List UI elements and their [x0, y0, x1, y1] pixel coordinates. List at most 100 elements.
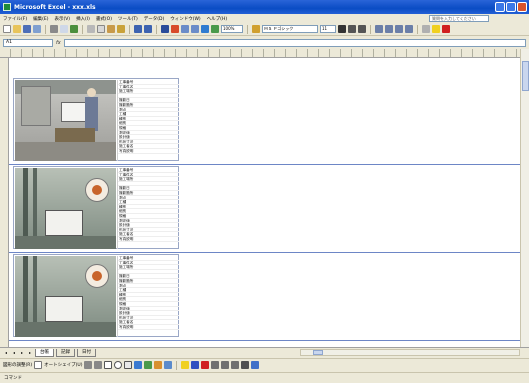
rectangle-icon[interactable]: [104, 361, 113, 369]
menu-data[interactable]: データ(D): [144, 16, 164, 22]
picture-icon[interactable]: [164, 361, 173, 369]
align-left-icon[interactable]: [375, 25, 383, 33]
select-objects-icon[interactable]: [34, 361, 43, 369]
3d-style-icon[interactable]: [251, 361, 260, 369]
vertical-scroll-thumb[interactable]: [522, 61, 529, 91]
permission-icon[interactable]: [33, 25, 41, 33]
toolbar-separator: [129, 24, 130, 34]
italic-icon[interactable]: [348, 25, 356, 33]
menu-format[interactable]: 書式(O): [96, 16, 112, 22]
dash-style-icon[interactable]: [221, 361, 230, 369]
spelling-icon[interactable]: [70, 25, 78, 33]
fx-label[interactable]: fx: [56, 40, 61, 46]
font-color-icon[interactable]: [201, 361, 210, 369]
chart-wizard-icon[interactable]: [201, 25, 209, 33]
line-color-icon[interactable]: [191, 361, 200, 369]
horizontal-scroll-thumb[interactable]: [313, 350, 323, 355]
cell-grid[interactable]: 工事番号 工事件名 施工場所 撮影日 撮影箇所 測点 工種 種別 細別 規格 測…: [9, 58, 520, 347]
shadow-icon[interactable]: [241, 361, 250, 369]
print-preview-icon[interactable]: [60, 25, 68, 33]
save-icon[interactable]: [23, 25, 31, 33]
name-box[interactable]: A1: [3, 38, 53, 47]
cut-icon[interactable]: [87, 25, 95, 33]
fill-color-icon[interactable]: [432, 25, 440, 33]
print-icon[interactable]: [50, 25, 58, 33]
menu-insert[interactable]: 挿入(I): [76, 16, 90, 22]
format-painter-icon[interactable]: [117, 25, 125, 33]
wordart-icon[interactable]: [134, 361, 143, 369]
paste-icon[interactable]: [107, 25, 115, 33]
row-headers[interactable]: [0, 58, 9, 347]
photo-gauge-center: [92, 185, 102, 195]
font-select[interactable]: ＭＳ Ｐゴシック: [262, 25, 318, 33]
excel-icon: [3, 3, 11, 11]
merge-center-icon[interactable]: [405, 25, 413, 33]
underline-icon[interactable]: [358, 25, 366, 33]
line-style-icon[interactable]: [211, 361, 220, 369]
arrow-style-icon[interactable]: [231, 361, 240, 369]
sheet-tab-date[interactable]: 日付: [77, 348, 96, 357]
arrow-icon[interactable]: [94, 361, 103, 369]
record-info: 工事番号 工事件名 施工場所 撮影日 撮影箇所 測点 工種 種別 細別 規格 測…: [117, 256, 179, 337]
horizontal-scrollbar[interactable]: [300, 349, 520, 356]
oval-icon[interactable]: [114, 361, 123, 369]
textbox-icon[interactable]: [124, 361, 133, 369]
photo-record[interactable]: 工事番号 工事件名 施工場所 撮影日 撮影箇所 測点 工種 種別 細別 規格 測…: [13, 166, 179, 249]
photo-worker-head: [87, 88, 96, 97]
diagram-icon[interactable]: [144, 361, 153, 369]
undo-icon[interactable]: [134, 25, 142, 33]
open-icon[interactable]: [13, 25, 21, 33]
first-sheet-arrow-icon[interactable]: ◂: [3, 350, 9, 355]
last-sheet-arrow-icon[interactable]: ▸: [27, 350, 33, 355]
next-sheet-arrow-icon[interactable]: ▸: [19, 350, 25, 355]
title-bar: Microsoft Excel - xxx.xls: [0, 0, 529, 14]
toolbar-separator: [156, 24, 157, 34]
hyperlink-icon[interactable]: [161, 25, 169, 33]
sort-descending-icon[interactable]: [191, 25, 199, 33]
menu-file[interactable]: ファイル(F): [3, 16, 27, 22]
page-break-line: [9, 340, 520, 341]
formula-input[interactable]: [63, 38, 526, 47]
sheet-tab-ledger[interactable]: 台帳: [35, 348, 54, 357]
autoshapes-menu[interactable]: オートシェイプ(U): [44, 362, 82, 368]
toolbar-separator: [82, 24, 83, 34]
new-icon[interactable]: [3, 25, 11, 33]
photo-record[interactable]: 工事番号 工事件名 施工場所 撮影日 撮影箇所 測点 工種 種別 細別 規格 測…: [13, 78, 179, 161]
prev-sheet-arrow-icon[interactable]: ◂: [11, 350, 17, 355]
toolbar-separator: [370, 24, 371, 34]
sheet-tab-record[interactable]: 記録: [56, 348, 75, 357]
menu-window[interactable]: ウィンドウ(W): [170, 16, 200, 22]
help-search-input[interactable]: 質問を入力してください: [429, 15, 489, 22]
close-button[interactable]: [517, 2, 527, 12]
vertical-scrollbar[interactable]: [520, 49, 529, 347]
clipart-icon[interactable]: [154, 361, 163, 369]
menu-view[interactable]: 表示(V): [54, 16, 70, 22]
sort-ascending-icon[interactable]: [181, 25, 189, 33]
record-photo: [15, 168, 116, 249]
autosum-icon[interactable]: [171, 25, 179, 33]
redo-icon[interactable]: [144, 25, 152, 33]
minimize-button[interactable]: [495, 2, 505, 12]
photo-record[interactable]: 工事番号 工事件名 施工場所 撮影日 撮影箇所 測点 工種 種別 細別 規格 測…: [13, 254, 179, 337]
drawing-icon[interactable]: [211, 25, 219, 33]
align-center-icon[interactable]: [385, 25, 393, 33]
record-info: 工事番号 工事件名 施工場所 撮影日 撮影箇所 測点 工種 種別 細別 規格 測…: [117, 168, 179, 249]
bold-icon[interactable]: [338, 25, 346, 33]
align-right-icon[interactable]: [395, 25, 403, 33]
column-headers[interactable]: [0, 49, 520, 58]
zoom-select[interactable]: 100%: [221, 25, 243, 33]
font-size-select[interactable]: 11: [320, 25, 336, 33]
line-icon[interactable]: [84, 361, 93, 369]
copy-icon[interactable]: [97, 25, 105, 33]
drawing-toolbar: 図形の調整(R) オートシェイプ(U): [0, 358, 529, 371]
menu-edit[interactable]: 編集(E): [33, 16, 48, 22]
help-icon[interactable]: [252, 25, 260, 33]
menu-tools[interactable]: ツール(T): [118, 16, 138, 22]
draw-menu[interactable]: 図形の調整(R): [3, 362, 32, 368]
status-text: コマンド: [4, 376, 22, 381]
maximize-button[interactable]: [506, 2, 516, 12]
borders-icon[interactable]: [422, 25, 430, 33]
font-color-icon[interactable]: [442, 25, 450, 33]
fill-color-icon[interactable]: [181, 361, 190, 369]
menu-help[interactable]: ヘルプ(H): [207, 16, 227, 22]
